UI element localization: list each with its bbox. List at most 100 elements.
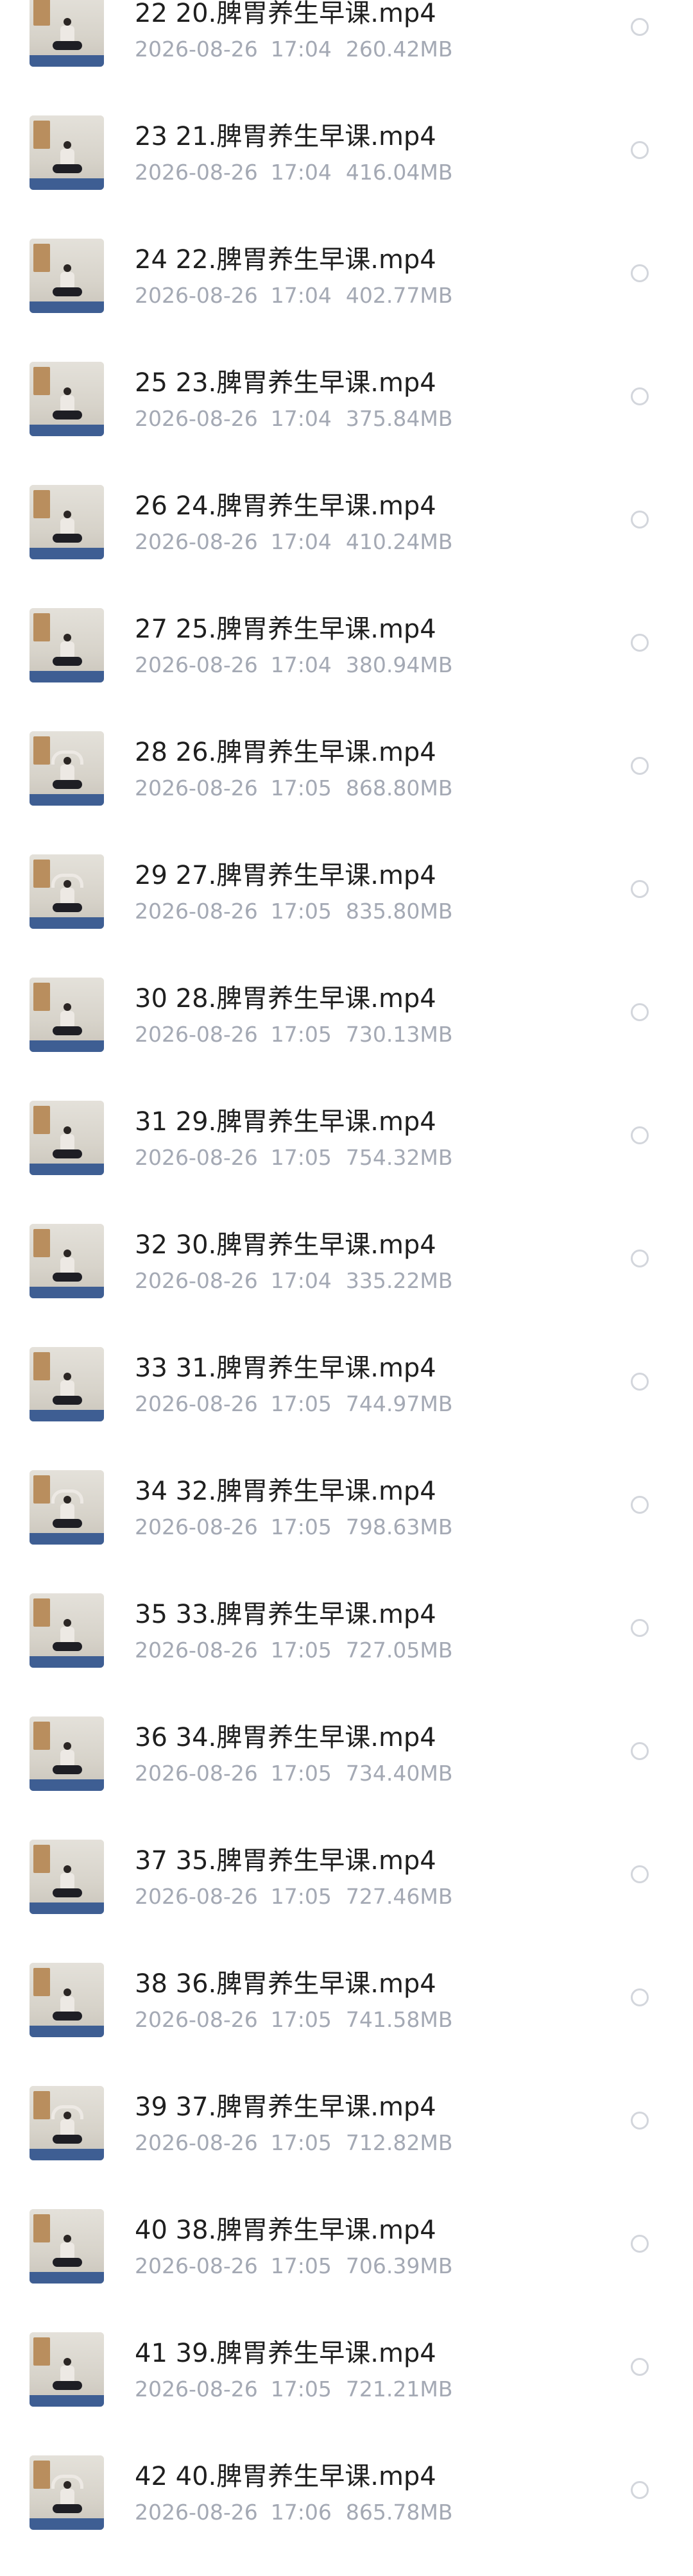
video-thumbnail[interactable] [30,2455,104,2530]
video-thumbnail[interactable] [30,0,104,67]
file-row[interactable]: 32 30.脾胃养生早课.mp4 2026-08-26 17:04 335.22MB [0,1202,693,1325]
file-name: 33 31.脾胃养生早课.mp4 [135,1353,436,1383]
file-meta: 2026-08-26 17:05 868.80MB [135,775,452,802]
file-meta: 2026-08-26 17:05 798.63MB [135,1514,452,1541]
file-name: 29 27.脾胃养生早课.mp4 [135,861,436,890]
select-radio-icon[interactable] [631,2112,649,2130]
file-size: 260.42MB [345,37,453,62]
video-thumbnail[interactable] [30,1963,104,2037]
file-meta: 2026-08-26 17:05 712.82MB [135,2130,452,2157]
file-row[interactable]: 37 35.脾胃养生早课.mp4 2026-08-26 17:05 727.46MB [0,1818,693,1941]
file-row[interactable]: 25 23.脾胃养生早课.mp4 2026-08-26 17:04 375.84MB [0,340,693,463]
file-row[interactable]: 39 37.脾胃养生早课.mp4 2026-08-26 17:05 712.82MB [0,2064,693,2187]
select-radio-icon[interactable] [631,1496,649,1514]
select-radio-icon[interactable] [631,2481,649,2499]
file-meta: 2026-08-26 17:06 865.78MB [135,2499,452,2526]
file-row[interactable]: 40 38.脾胃养生早课.mp4 2026-08-26 17:05 706.39MB [0,2187,693,2310]
video-thumbnail[interactable] [30,1224,104,1298]
file-date: 2026-08-26 [135,1638,258,1663]
select-radio-icon[interactable] [631,511,649,529]
file-row[interactable]: 27 25.脾胃养生早课.mp4 2026-08-26 17:04 380.94MB [0,586,693,709]
file-size: 416.04MB [345,160,453,185]
file-date: 2026-08-26 [135,1761,258,1786]
file-row[interactable]: 31 29.脾胃养生早课.mp4 2026-08-26 17:05 754.32MB [0,1079,693,1202]
file-row[interactable]: 28 26.脾胃养生早课.mp4 2026-08-26 17:05 868.80MB [0,709,693,833]
select-radio-icon[interactable] [631,264,649,282]
file-name: 32 30.脾胃养生早课.mp4 [135,1230,436,1260]
select-radio-icon[interactable] [631,757,649,775]
file-date: 2026-08-26 [135,775,258,801]
select-radio-icon[interactable] [631,387,649,405]
select-radio-icon[interactable] [631,2235,649,2253]
file-size: 727.46MB [345,1884,453,1909]
file-date: 2026-08-26 [135,2377,258,2402]
file-row[interactable]: 23 21.脾胃养生早课.mp4 2026-08-26 17:04 416.04MB [0,94,693,217]
file-name: 27 25.脾胃养生早课.mp4 [135,614,436,644]
video-thumbnail[interactable] [30,1593,104,1668]
file-row[interactable]: 34 32.脾胃养生早课.mp4 2026-08-26 17:05 798.63MB [0,1448,693,1572]
file-date: 2026-08-26 [135,652,258,677]
video-thumbnail[interactable] [30,1716,104,1791]
video-thumbnail[interactable] [30,1347,104,1421]
file-row[interactable]: 29 27.脾胃养生早课.mp4 2026-08-26 17:05 835.80MB [0,833,693,956]
video-thumbnail[interactable] [30,115,104,190]
file-date: 2026-08-26 [135,406,258,431]
video-thumbnail[interactable] [30,2086,104,2160]
file-meta: 2026-08-26 17:05 721.21MB [135,2376,452,2403]
file-time: 17:04 [270,37,332,62]
file-date: 2026-08-26 [135,1391,258,1416]
file-row[interactable]: 41 39.脾胃养生早课.mp4 2026-08-26 17:05 721.21MB [0,2310,693,2434]
file-size: 721.21MB [345,2377,453,2402]
file-time: 17:04 [270,652,332,677]
select-radio-icon[interactable] [631,634,649,652]
video-thumbnail[interactable] [30,978,104,1052]
file-row[interactable]: 38 36.脾胃养生早课.mp4 2026-08-26 17:05 741.58MB [0,1941,693,2064]
video-thumbnail[interactable] [30,239,104,313]
video-thumbnail[interactable] [30,854,104,929]
video-thumbnail[interactable] [30,1470,104,1545]
video-thumbnail[interactable] [30,608,104,682]
file-size: 744.97MB [345,1391,453,1416]
select-radio-icon[interactable] [631,1250,649,1267]
file-row[interactable]: 24 22.脾胃养生早课.mp4 2026-08-26 17:04 402.77MB [0,217,693,340]
select-radio-icon[interactable] [631,880,649,898]
video-thumbnail[interactable] [30,2332,104,2407]
file-meta: 2026-08-26 17:04 380.94MB [135,652,452,679]
select-radio-icon[interactable] [631,1865,649,1883]
video-thumbnail[interactable] [30,1101,104,1175]
select-radio-icon[interactable] [631,1003,649,1021]
video-thumbnail[interactable] [30,2209,104,2284]
file-row[interactable]: 22 20.脾胃养生早课.mp4 2026-08-26 17:04 260.42MB [0,0,693,94]
file-size: 380.94MB [345,652,453,677]
select-radio-icon[interactable] [631,2358,649,2376]
file-row[interactable]: 26 24.脾胃养生早课.mp4 2026-08-26 17:04 410.24MB [0,463,693,586]
file-meta: 2026-08-26 17:04 260.42MB [135,36,452,63]
video-thumbnail[interactable] [30,362,104,436]
select-radio-icon[interactable] [631,18,649,36]
video-thumbnail[interactable] [30,731,104,806]
file-row[interactable]: 35 33.脾胃养生早课.mp4 2026-08-26 17:05 727.05MB [0,1572,693,1695]
file-time: 17:05 [270,2253,332,2278]
file-date: 2026-08-26 [135,529,258,554]
video-thumbnail[interactable] [30,485,104,559]
select-radio-icon[interactable] [631,1373,649,1391]
file-time: 17:04 [270,283,332,308]
file-name: 22 20.脾胃养生早课.mp4 [135,0,436,28]
file-date: 2026-08-26 [135,2500,258,2525]
file-row[interactable]: 33 31.脾胃养生早课.mp4 2026-08-26 17:05 744.97MB [0,1325,693,1448]
file-row[interactable]: 30 28.脾胃养生早课.mp4 2026-08-26 17:05 730.13MB [0,956,693,1079]
file-time: 17:04 [270,529,332,554]
file-name: 24 22.脾胃养生早课.mp4 [135,245,436,275]
file-time: 17:04 [270,1268,332,1293]
file-row[interactable]: 42 40.脾胃养生早课.mp4 2026-08-26 17:06 865.78MB [0,2434,693,2557]
file-time: 17:05 [270,1514,332,1539]
select-radio-icon[interactable] [631,1742,649,1760]
file-row[interactable]: 36 34.脾胃养生早课.mp4 2026-08-26 17:05 734.40MB [0,1695,693,1818]
select-radio-icon[interactable] [631,1988,649,2006]
file-date: 2026-08-26 [135,1145,258,1170]
select-radio-icon[interactable] [631,1126,649,1144]
select-radio-icon[interactable] [631,1619,649,1637]
select-radio-icon[interactable] [631,141,649,159]
file-name: 39 37.脾胃养生早课.mp4 [135,2092,436,2122]
video-thumbnail[interactable] [30,1840,104,1914]
